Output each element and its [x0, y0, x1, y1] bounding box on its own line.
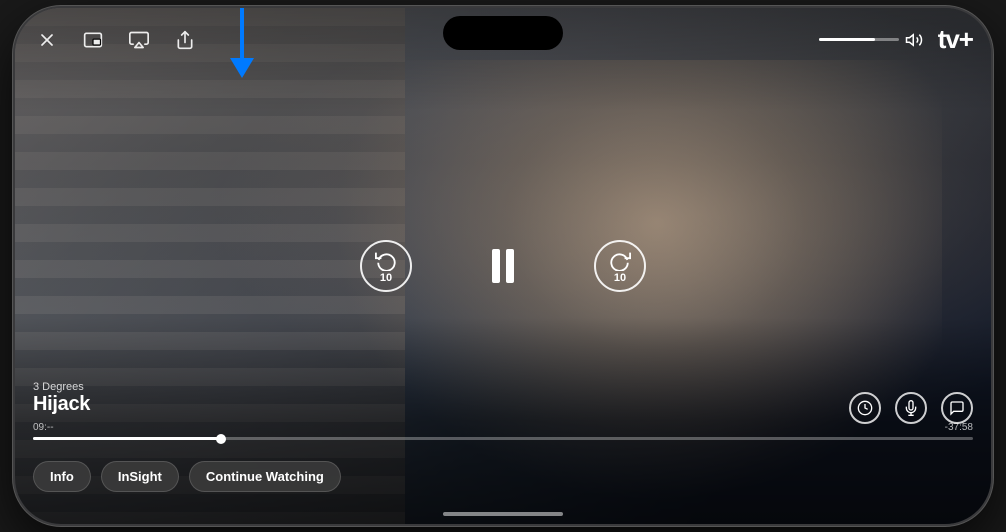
time-remaining: -37:58: [945, 422, 973, 433]
show-title: Hijack: [33, 393, 973, 416]
progress-track[interactable]: [33, 437, 973, 440]
share-button[interactable]: [171, 26, 199, 54]
forward-icon: [609, 249, 631, 271]
progress-fill: [33, 437, 221, 440]
time-current: 09:--: [33, 422, 54, 433]
pause-bar-right: [506, 249, 514, 283]
progress-area: 3 Degrees Hijack 09:-- -37:58: [15, 381, 991, 444]
top-right-controls: tv+: [819, 24, 973, 55]
episode-label: 3 Degrees: [33, 381, 973, 393]
insight-button[interactable]: InSight: [101, 461, 179, 492]
continue-watching-button[interactable]: Continue Watching: [189, 461, 341, 492]
bottom-action-buttons: Info InSight Continue Watching: [33, 461, 341, 492]
dynamic-island: [443, 16, 563, 50]
airplay-icon: [129, 30, 149, 50]
close-icon: [37, 30, 57, 50]
close-button[interactable]: [33, 26, 61, 54]
rewind-button[interactable]: 10: [360, 240, 412, 292]
blue-arrow-indicator: [230, 8, 254, 78]
forward-seconds: 10: [614, 272, 626, 284]
pause-bar-left: [492, 249, 500, 283]
time-labels: 09:-- -37:58: [33, 422, 973, 433]
arrow-head: [230, 58, 254, 78]
volume-icon: [905, 31, 923, 49]
info-button[interactable]: Info: [33, 461, 91, 492]
pause-button[interactable]: [492, 249, 514, 283]
power-button[interactable]: [991, 178, 993, 258]
rewind-icon: [375, 249, 397, 271]
show-info: 3 Degrees Hijack: [33, 381, 973, 416]
top-left-controls: [33, 26, 199, 54]
airplay-button[interactable]: [125, 26, 153, 54]
arrow-line: [240, 8, 244, 58]
phone-frame: tv+ 10 10: [13, 6, 993, 526]
volume-track: [819, 38, 899, 41]
pip-icon: [83, 30, 103, 50]
pip-button[interactable]: [79, 26, 107, 54]
appletv-logo: tv+: [935, 24, 973, 55]
volume-control[interactable]: [819, 31, 923, 49]
forward-button[interactable]: 10: [594, 240, 646, 292]
volume-fill: [819, 38, 875, 41]
center-playback-controls: 10 10: [360, 240, 646, 292]
rewind-seconds: 10: [380, 272, 392, 284]
progress-handle[interactable]: [216, 434, 226, 444]
tv-plus-text: tv+: [938, 24, 973, 55]
share-icon: [175, 30, 195, 50]
home-indicator: [443, 512, 563, 516]
